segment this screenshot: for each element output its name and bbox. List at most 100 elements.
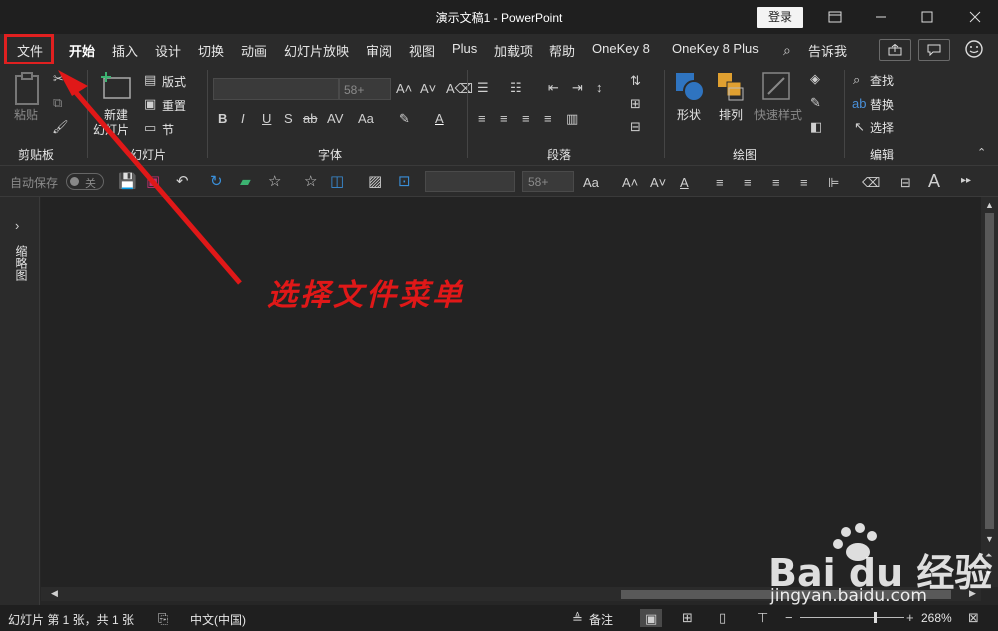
font-size-box[interactable]: 58+ bbox=[339, 78, 391, 100]
qat-font-family-box[interactable] bbox=[425, 171, 515, 192]
vertical-scrollbar[interactable]: ▲ ▼ ⏶ ⏷ bbox=[981, 197, 998, 587]
bullets-icon[interactable]: ☰ bbox=[477, 81, 489, 94]
highlight-icon[interactable]: ✎ bbox=[399, 112, 410, 125]
autosave-toggle[interactable]: 关 bbox=[66, 173, 104, 190]
tab-design[interactable]: 设计 bbox=[155, 41, 181, 60]
favorite-icon[interactable]: ☆ bbox=[304, 174, 317, 189]
qat-align-objects-icon[interactable]: ⊫ bbox=[828, 176, 839, 189]
zoom-slider-thumb[interactable] bbox=[874, 612, 877, 623]
expand-pane-icon[interactable]: › bbox=[15, 219, 19, 232]
numbering-icon[interactable]: ☷ bbox=[510, 81, 522, 94]
italic-icon[interactable]: I bbox=[241, 112, 245, 125]
arrange-label[interactable]: 排列 bbox=[719, 106, 743, 123]
find-button[interactable]: 查找 bbox=[870, 72, 894, 89]
tab-help[interactable]: 帮助 bbox=[549, 41, 575, 60]
layout-icon[interactable]: ▤ bbox=[144, 73, 156, 86]
zoom-in-icon[interactable]: + bbox=[906, 611, 914, 624]
redo-icon[interactable]: ↻ bbox=[210, 174, 223, 189]
qat-align-left-icon[interactable]: ≡ bbox=[716, 176, 724, 189]
select-icon[interactable]: ↖ bbox=[854, 120, 865, 133]
cut-icon[interactable]: ✂ bbox=[53, 72, 64, 85]
reset-button[interactable]: 重置 bbox=[162, 97, 186, 114]
collapse-ribbon-icon[interactable]: ⌃ bbox=[977, 148, 986, 159]
align-center-icon[interactable]: ≡ bbox=[500, 112, 508, 125]
section-icon[interactable]: ▭ bbox=[144, 121, 156, 134]
comments-button[interactable] bbox=[918, 39, 950, 61]
ribbon-display-options-icon[interactable] bbox=[812, 0, 858, 34]
qat-more-icon[interactable]: ▸▸ bbox=[961, 176, 971, 186]
increase-indent-icon[interactable]: ⇥ bbox=[572, 81, 583, 94]
paste-label[interactable]: 粘贴 bbox=[14, 106, 38, 123]
normal-view-button[interactable]: ▣ bbox=[640, 609, 662, 627]
tab-plus[interactable]: Plus bbox=[452, 41, 477, 56]
shadow-icon[interactable]: S bbox=[284, 112, 293, 125]
text-direction-icon[interactable]: ⇅ bbox=[630, 74, 641, 87]
tab-onekey8[interactable]: OneKey 8 bbox=[592, 41, 650, 56]
notes-icon[interactable]: ≜ bbox=[572, 612, 583, 625]
zoom-out-icon[interactable]: − bbox=[785, 611, 793, 624]
tell-me-field[interactable]: 告诉我 bbox=[808, 41, 847, 60]
shape-fill-icon[interactable]: ◈ bbox=[810, 72, 820, 85]
login-button[interactable]: 登录 bbox=[757, 7, 803, 28]
align-right-icon[interactable]: ≡ bbox=[522, 112, 530, 125]
qat-align-right-icon[interactable]: ≡ bbox=[772, 176, 780, 189]
new-slide-icon[interactable] bbox=[100, 72, 132, 103]
tab-transitions[interactable]: 切换 bbox=[198, 41, 224, 60]
qat-large-a-icon[interactable]: A bbox=[928, 172, 940, 190]
tab-review[interactable]: 审阅 bbox=[366, 41, 392, 60]
decrease-font-icon[interactable]: A˅ bbox=[420, 82, 436, 95]
replace-button[interactable]: 替换 bbox=[870, 96, 894, 113]
thumbnail-pane[interactable]: › 缩略图 bbox=[0, 197, 40, 605]
slide-sorter-icon[interactable]: ⊞ bbox=[682, 611, 693, 624]
clear-format-icon[interactable]: A⌫ bbox=[446, 82, 473, 95]
font-family-box[interactable] bbox=[213, 78, 339, 100]
screenshot-icon[interactable]: ⊡ bbox=[398, 174, 411, 189]
tab-insert[interactable]: 插入 bbox=[112, 41, 138, 60]
change-case-icon[interactable]: Aa bbox=[358, 112, 374, 125]
feedback-smiley-icon[interactable] bbox=[964, 39, 984, 62]
picture-icon[interactable]: ▨ bbox=[368, 174, 382, 189]
tab-animations[interactable]: 动画 bbox=[241, 41, 267, 60]
copy-icon[interactable]: ⧉ bbox=[53, 96, 62, 109]
find-icon[interactable]: ⌕ bbox=[853, 73, 860, 86]
increase-font-icon[interactable]: A˄ bbox=[396, 82, 412, 95]
char-spacing-icon[interactable]: AV bbox=[327, 112, 343, 125]
quick-styles-label[interactable]: 快速样式 bbox=[754, 106, 802, 123]
notes-button[interactable]: 备注 bbox=[589, 611, 613, 628]
scroll-up-icon[interactable]: ▲ bbox=[985, 201, 994, 210]
strikethrough-icon[interactable]: ab bbox=[303, 112, 317, 125]
qat-align-center-icon[interactable]: ≡ bbox=[744, 176, 752, 189]
minimize-icon[interactable] bbox=[858, 0, 904, 34]
qat-text-box-icon[interactable]: ⊟ bbox=[900, 176, 911, 189]
qat-font-size-box[interactable]: 58+ bbox=[522, 171, 574, 192]
smartart-icon[interactable]: ⊟ bbox=[630, 120, 641, 133]
tab-slideshow[interactable]: 幻灯片放映 bbox=[284, 41, 349, 60]
layout-button[interactable]: 版式 bbox=[162, 73, 186, 90]
zoom-level[interactable]: 268% bbox=[921, 611, 952, 625]
save-icon[interactable]: 💾 bbox=[118, 174, 137, 189]
align-text-icon[interactable]: ⊞ bbox=[630, 97, 641, 110]
qat-font-color-icon[interactable]: A bbox=[680, 176, 689, 189]
slideshow-view-icon[interactable]: ⊤ bbox=[757, 611, 768, 624]
language-indicator[interactable]: 中文(中国) bbox=[190, 611, 246, 628]
font-color-icon[interactable]: A bbox=[435, 112, 444, 125]
quick-styles-icon[interactable] bbox=[762, 72, 792, 105]
scroll-left-icon[interactable]: ◀ bbox=[51, 589, 58, 598]
share-button[interactable] bbox=[879, 39, 911, 61]
qat-shrink-font-icon[interactable]: A˅ bbox=[650, 176, 666, 189]
save-as-icon[interactable]: ▣ bbox=[146, 174, 160, 189]
fit-to-window-icon[interactable]: ⊠ bbox=[968, 611, 979, 624]
columns-icon[interactable]: ▥ bbox=[566, 112, 578, 125]
select-button[interactable]: 选择 bbox=[870, 119, 894, 136]
paste-icon[interactable] bbox=[12, 72, 42, 109]
shape-quick-icon[interactable]: ◫ bbox=[330, 174, 344, 189]
qat-justify-icon[interactable]: ≡ bbox=[800, 176, 808, 189]
close-icon[interactable] bbox=[952, 0, 998, 34]
shape-outline-icon[interactable]: ✎ bbox=[810, 96, 821, 109]
maximize-icon[interactable] bbox=[904, 0, 950, 34]
tab-onekey8plus[interactable]: OneKey 8 Plus bbox=[672, 41, 759, 56]
qat-change-case-icon[interactable]: Aa bbox=[583, 176, 599, 189]
present-icon[interactable]: ▰ bbox=[240, 174, 251, 188]
section-button[interactable]: 节 bbox=[162, 121, 174, 138]
tab-home[interactable]: 开始 bbox=[69, 41, 96, 66]
